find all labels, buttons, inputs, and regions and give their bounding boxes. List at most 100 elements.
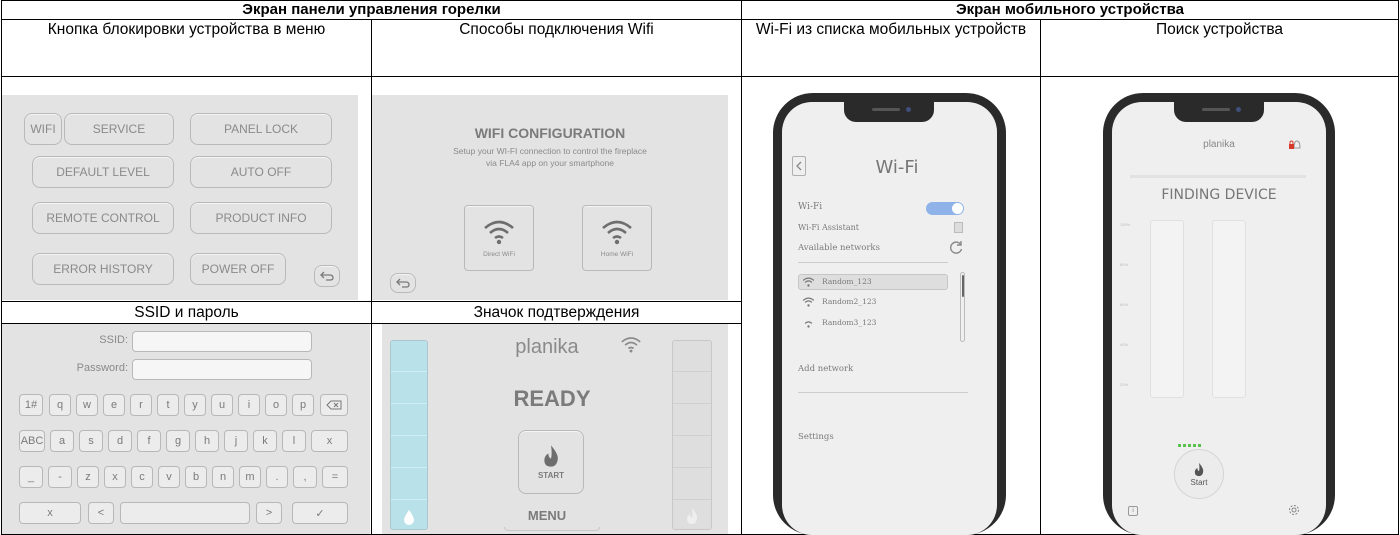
auto-off-button[interactable]: AUTO OFF bbox=[190, 156, 332, 188]
key[interactable]: - bbox=[48, 466, 72, 488]
scale-label: 40% bbox=[1120, 342, 1129, 347]
settings-item[interactable]: Settings bbox=[798, 432, 834, 442]
right-gauge bbox=[1212, 220, 1246, 398]
password-input[interactable] bbox=[132, 359, 312, 380]
back-button[interactable] bbox=[390, 273, 416, 293]
key[interactable]: o bbox=[265, 394, 287, 416]
key-letters[interactable]: ABC bbox=[19, 430, 45, 452]
back-button[interactable] bbox=[314, 265, 340, 287]
key[interactable]: x bbox=[19, 502, 81, 524]
ready-panel: planika READY START MENU bbox=[382, 324, 728, 534]
divider bbox=[1130, 175, 1306, 178]
panel-lock-button[interactable]: PANEL LOCK bbox=[190, 113, 332, 145]
key[interactable]: _ bbox=[19, 466, 43, 488]
power-off-button[interactable]: POWER OFF bbox=[190, 253, 286, 285]
key-right[interactable]: > bbox=[256, 502, 282, 524]
key[interactable]: n bbox=[212, 466, 234, 488]
backspace-key[interactable] bbox=[320, 394, 348, 416]
wifi-screen-title: Wi-Fi bbox=[875, 157, 919, 178]
key[interactable]: q bbox=[49, 394, 71, 416]
ssid-input[interactable] bbox=[132, 331, 312, 352]
key[interactable]: c bbox=[131, 466, 153, 488]
wifi-toggle[interactable] bbox=[926, 202, 964, 215]
service-button[interactable]: SERVICE bbox=[64, 113, 174, 145]
available-networks-label: Available networks bbox=[798, 243, 880, 253]
key[interactable]: p bbox=[292, 394, 314, 416]
direct-wifi-button[interactable]: Direct WiFi bbox=[464, 205, 534, 271]
key[interactable]: . bbox=[266, 466, 288, 488]
key[interactable]: i bbox=[238, 394, 260, 416]
key[interactable]: e bbox=[103, 394, 125, 416]
key[interactable]: , bbox=[293, 466, 317, 488]
info-icon[interactable]: i bbox=[1128, 506, 1138, 516]
menu-button[interactable]: MENU bbox=[492, 508, 602, 523]
key-symbols[interactable]: 1# bbox=[19, 394, 43, 416]
confirm-key[interactable]: ✓ bbox=[292, 502, 348, 524]
phone-notch bbox=[844, 102, 934, 122]
key[interactable]: f bbox=[137, 430, 161, 452]
key[interactable]: y bbox=[184, 394, 206, 416]
caption-wifi-list: Wi-Fi из списка мобильных устройств bbox=[755, 21, 1027, 38]
grid-col3 bbox=[1040, 19, 1041, 535]
network-name[interactable]: Random2_123 bbox=[822, 297, 876, 306]
lock-bell-icon bbox=[1289, 140, 1301, 149]
key[interactable]: u bbox=[211, 394, 233, 416]
key[interactable]: h bbox=[195, 430, 219, 452]
key[interactable]: a bbox=[50, 430, 74, 452]
key[interactable]: d bbox=[108, 430, 132, 452]
scale-label: 100% bbox=[1120, 222, 1131, 227]
key[interactable]: g bbox=[166, 430, 190, 452]
back-button[interactable] bbox=[792, 156, 806, 176]
key[interactable]: s bbox=[79, 430, 103, 452]
remote-control-button[interactable]: REMOTE CONTROL bbox=[32, 202, 174, 234]
phone-find-screen: planika FINDING DEVICE 100% 80% 60% 40% … bbox=[1112, 102, 1326, 535]
key[interactable]: z bbox=[77, 466, 99, 488]
wifi-toggle-label: Wi-Fi bbox=[798, 202, 823, 212]
wifi-assistant-switch[interactable] bbox=[954, 222, 963, 233]
network-scrollbar[interactable] bbox=[960, 272, 965, 342]
phone-notch bbox=[1174, 102, 1264, 122]
start-button[interactable]: START bbox=[518, 430, 584, 494]
key[interactable]: t bbox=[157, 394, 179, 416]
header-burner-panel: Экран панели управления горелки bbox=[242, 1, 501, 18]
caption-confirm-icon: Значок подтверждения bbox=[473, 304, 640, 321]
wifi-icon bbox=[802, 297, 815, 307]
wifi-icon bbox=[802, 277, 815, 287]
network-item-selected[interactable] bbox=[798, 274, 948, 290]
ssid-label: SSID: bbox=[99, 334, 128, 346]
refresh-icon bbox=[950, 241, 963, 254]
flame-level-bar[interactable] bbox=[390, 340, 428, 530]
key[interactable]: b bbox=[185, 466, 207, 488]
flame-icon bbox=[687, 508, 698, 524]
wifi-button[interactable]: WIFI bbox=[24, 113, 62, 145]
key[interactable]: v bbox=[158, 466, 180, 488]
left-gauge bbox=[1150, 220, 1184, 398]
key[interactable]: m bbox=[239, 466, 261, 488]
wifi-icon bbox=[804, 321, 813, 328]
key[interactable]: x bbox=[311, 430, 348, 452]
key[interactable]: = bbox=[322, 466, 348, 488]
network-name[interactable]: Random3_123 bbox=[822, 318, 876, 327]
key[interactable]: x bbox=[104, 466, 126, 488]
home-wifi-button[interactable]: Home WiFi bbox=[582, 205, 652, 271]
scale-label: 60% bbox=[1120, 302, 1129, 307]
key[interactable]: j bbox=[224, 430, 248, 452]
wifi-config-subtitle-2: via FLA4 app on your smartphone bbox=[485, 158, 615, 168]
error-history-button[interactable]: ERROR HISTORY bbox=[32, 253, 174, 285]
home-wifi-label: Home WiFi bbox=[600, 250, 634, 258]
start-button[interactable]: Start bbox=[1174, 449, 1224, 499]
key[interactable]: k bbox=[253, 430, 277, 452]
product-info-button[interactable]: PRODUCT INFO bbox=[190, 202, 332, 234]
key[interactable]: w bbox=[76, 394, 98, 416]
key-left[interactable]: < bbox=[88, 502, 114, 524]
key[interactable]: r bbox=[130, 394, 152, 416]
ssid-panel: SSID: Password: 1# q w e r t y u i o p A… bbox=[2, 324, 370, 534]
default-level-button[interactable]: DEFAULT LEVEL bbox=[32, 156, 174, 188]
key[interactable]: l bbox=[282, 430, 306, 452]
scale-label: 80% bbox=[1120, 262, 1129, 267]
gear-icon bbox=[1289, 505, 1299, 515]
phone-find: planika FINDING DEVICE 100% 80% 60% 40% … bbox=[1103, 93, 1335, 535]
add-network-item[interactable]: Add network bbox=[798, 364, 853, 374]
space-key[interactable] bbox=[120, 502, 250, 524]
scale-label: 20% bbox=[1120, 382, 1129, 387]
